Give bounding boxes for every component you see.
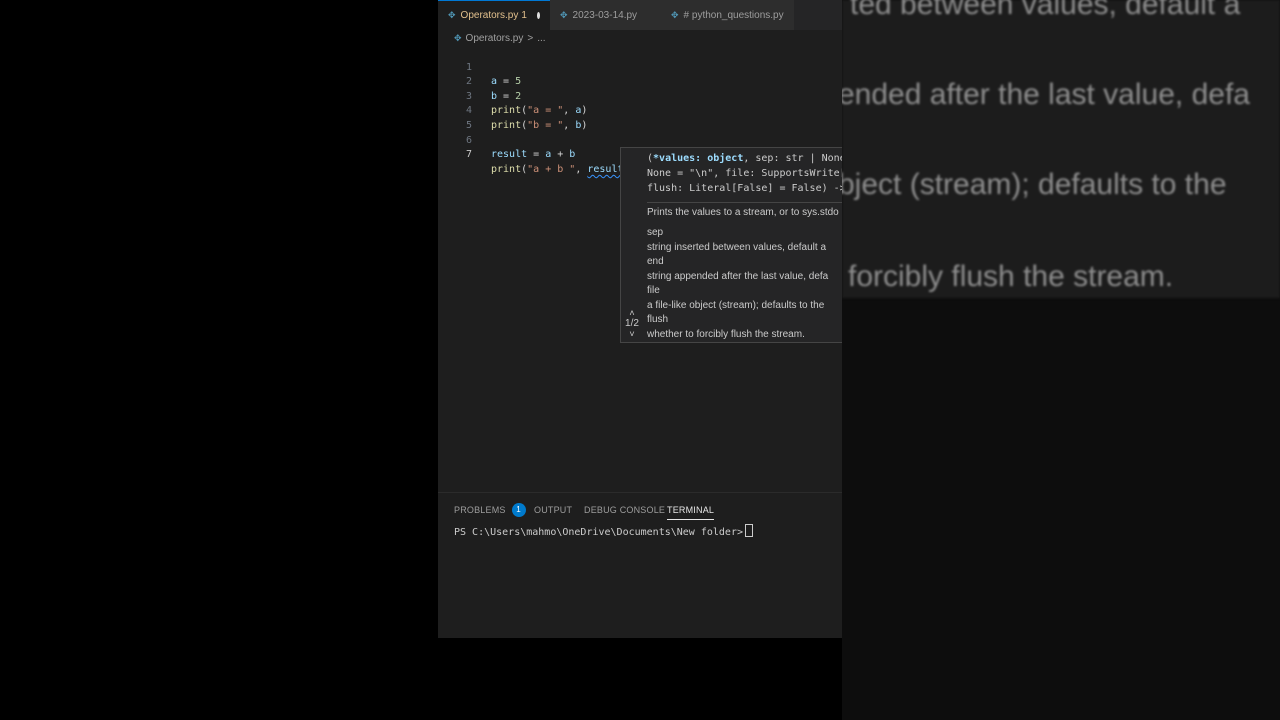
code-line-1[interactable]: 1 a = 5	[438, 46, 842, 88]
breadcrumb-rest[interactable]: ...	[537, 33, 545, 44]
status-area	[438, 624, 842, 638]
signature-line-3: flush: Literal[False] = False) ->	[647, 183, 842, 194]
breadcrumb: ✥ Operators.py > ...	[454, 30, 546, 46]
bottom-panel: PROBLEMS 1 OUTPUT DEBUG CONSOLE TERMINAL …	[438, 492, 842, 625]
problem-count: 1	[521, 10, 527, 21]
param-name-sep: sep	[647, 227, 664, 238]
hover-divider	[647, 202, 842, 203]
problems-badge: 1	[511, 503, 526, 517]
signature-summary: Prints the values to a stream, or to sys…	[647, 207, 839, 218]
code-line-4[interactable]: 4 print("b = ", b)	[438, 90, 842, 131]
breadcrumb-file[interactable]: Operators.py	[466, 33, 524, 44]
code-line-5[interactable]: 5	[438, 104, 842, 131]
tab-label: 2023-03-14.py	[572, 9, 638, 21]
code-line-2[interactable]: 2 b = 2	[438, 61, 842, 102]
zoomed-background: ted between values, default a ended afte…	[842, 0, 1280, 720]
tab-output[interactable]: OUTPUT	[534, 501, 572, 519]
signature-help-popup: (*values: object, sep: str | None None =…	[620, 147, 842, 343]
code-line-3[interactable]: 3 print("a = ", a)	[438, 75, 842, 117]
terminal-cursor	[744, 524, 753, 537]
param-name-flush: flush	[647, 314, 669, 325]
param-desc-end: string appended after the last value, de…	[647, 271, 829, 282]
python-file-icon: ✥	[560, 9, 568, 20]
tab-python-questions[interactable]: ✥ # python_questions.py	[661, 0, 794, 30]
zoom-line-4: forcibly flush the stream.	[848, 260, 1174, 293]
tab-bar: ✥ Operators.py 1 ✥ 2023-03-14.py ✥ # pyt…	[438, 0, 842, 30]
tab-operators[interactable]: ✥ Operators.py 1	[438, 0, 550, 30]
param-desc-file: a file-like object (stream); defaults to…	[647, 300, 825, 311]
bottom-black-area	[438, 638, 842, 720]
chevron-up-icon[interactable]: ˄	[621, 308, 643, 318]
overload-counter: 1/2	[625, 318, 639, 329]
tab-label: Operators.py	[460, 10, 519, 21]
tab-debug-console[interactable]: DEBUG CONSOLE	[584, 501, 665, 519]
tab-terminal[interactable]: TERMINAL	[667, 501, 715, 520]
param-desc-flush: whether to forcibly flush the stream.	[647, 329, 805, 340]
code-line-6[interactable]: 6 result = a + b	[438, 119, 842, 161]
left-black-strip	[0, 0, 438, 720]
chevron-down-icon[interactable]: ˅	[621, 329, 643, 339]
zoom-line-1: ted between values, default a	[850, 0, 1241, 21]
code-line-7[interactable]: 7 print("a + b ", result)	[438, 134, 842, 176]
signature-line-1: (*values: object, sep: str | None	[647, 153, 842, 164]
tab-problems[interactable]: PROBLEMS 1	[454, 501, 526, 519]
overload-navigator: ˄ 1/2 ˅	[621, 308, 643, 339]
unsaved-dot-icon[interactable]	[536, 12, 540, 19]
python-file-icon: ✥	[671, 9, 679, 20]
terminal-prompt[interactable]: PS C:\Users\mahmo\OneDrive\Documents\New…	[454, 524, 753, 538]
tab-label: # python_questions.py	[683, 9, 784, 21]
zoomed-panel: ted between values, default a ended afte…	[842, 0, 1280, 298]
line-number: 7	[465, 149, 472, 161]
signature-line-2: None = "\n", file: SupportsWrite[s	[647, 168, 842, 179]
tab-2023-03-14[interactable]: ✥ 2023-03-14.py	[550, 0, 661, 30]
param-name-file: file	[647, 285, 660, 296]
zoom-line-2: ended after the last value, defa	[842, 78, 1250, 111]
param-name-end: end	[647, 256, 664, 267]
python-file-icon: ✥	[454, 32, 462, 43]
breadcrumb-separator: >	[527, 32, 534, 44]
zoom-line-3: bject (stream); defaults to the	[842, 168, 1227, 201]
vscode-editor: ✥ Operators.py 1 ✥ 2023-03-14.py ✥ # pyt…	[438, 0, 842, 720]
param-desc-sep: string inserted between values, default …	[647, 242, 826, 253]
python-file-icon: ✥	[448, 10, 456, 20]
